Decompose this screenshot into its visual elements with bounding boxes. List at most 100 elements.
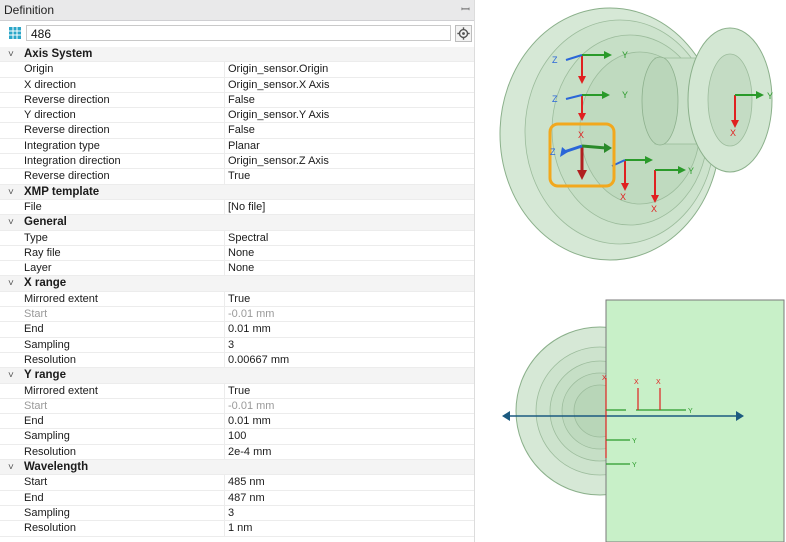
column-divider [224,291,225,307]
property-value[interactable]: None [228,261,254,276]
group-header[interactable]: ˅ Wavelength [0,460,474,476]
property-row[interactable]: Origin Origin_sensor.Origin [0,62,474,78]
column-divider [224,444,225,460]
property-value[interactable]: False [228,93,255,108]
name-input[interactable]: 486 [26,25,451,41]
property-value[interactable]: 1 nm [228,521,252,536]
property-row[interactable]: Y direction Origin_sensor.Y Axis [0,108,474,124]
column-divider [224,490,225,505]
property-value[interactable]: 485 nm [228,475,265,490]
property-label: End [24,323,44,336]
property-row[interactable]: X direction Origin_sensor.X Axis [0,77,474,93]
property-label: Start [24,399,48,412]
pin-icon[interactable]: ꟷ [461,2,470,17]
property-label: File [24,200,42,213]
property-label: Type [24,231,48,244]
x-axis-label: X [620,192,626,202]
property-label: Reverse direction [24,170,110,183]
chevron-down-icon[interactable]: ˅ [8,185,18,200]
property-value[interactable]: Origin_sensor.Origin [228,62,328,77]
y-axis-label: Y [688,166,694,176]
property-label: Start [24,476,48,489]
property-row[interactable]: End 487 nm [0,490,474,506]
y-axis-label: Y [767,91,773,101]
property-value[interactable]: None [228,246,254,261]
property-value[interactable]: [No file] [228,200,265,215]
property-value[interactable]: True [228,169,250,184]
property-value[interactable]: 0.01 mm [228,414,271,429]
property-label: End [24,491,44,504]
panel-title: Definition [4,3,55,17]
property-row: Start -0.01 mm [0,307,474,323]
property-value[interactable]: 487 nm [228,491,265,506]
property-value[interactable]: Spectral [228,231,268,246]
property-row[interactable]: Resolution 0.00667 mm [0,352,474,369]
property-value[interactable]: Origin_sensor.X Axis [228,78,330,93]
property-value[interactable]: 100 [228,429,246,444]
property-value[interactable]: 3 [228,338,234,353]
property-value: -0.01 mm [228,399,275,412]
property-row[interactable]: Layer None [0,261,474,277]
property-row[interactable]: Mirrored extent True [0,383,474,399]
property-label: Resolution [24,353,76,366]
y-axis-label: Y [622,90,628,100]
group-header[interactable]: ˅ X range [0,276,474,292]
property-value[interactable]: Planar [228,139,260,154]
group-header[interactable]: ˅ XMP template [0,184,474,200]
property-row[interactable]: Ray file None [0,245,474,262]
chevron-down-icon[interactable]: ˅ [8,276,18,291]
property-grid: ˅ Axis System Origin Origin_sensor.Origin X … [0,47,474,537]
property-value[interactable]: 0.01 mm [228,322,271,337]
group-header[interactable]: ˅ Y range [0,368,474,384]
property-value[interactable]: Origin_sensor.Z Axis [228,154,329,169]
chevron-down-icon[interactable]: ˅ [8,47,18,62]
property-value[interactable]: 2e-4 mm [228,445,271,460]
property-value[interactable]: True [228,384,250,399]
group-header[interactable]: ˅ General [0,215,474,231]
chevron-down-icon[interactable]: ˅ [8,460,18,475]
3d-viewport[interactable]: Y Z Y Z Y X X Y X X Z [490,0,780,270]
property-row[interactable]: Reverse direction False [0,92,474,109]
property-value[interactable]: False [228,123,255,138]
property-label: Integration direction [24,155,121,168]
property-label: Origin [24,63,54,76]
group-header[interactable]: ˅ Axis System [0,47,474,63]
column-divider [224,108,225,123]
name-bar: 486 [0,22,474,44]
property-label: Integration type [24,139,100,152]
property-label: Reverse direction [24,124,110,137]
property-value[interactable]: 0.00667 mm [228,353,289,368]
property-value[interactable]: Origin_sensor.Y Axis [228,108,329,123]
property-row[interactable]: Type Spectral [0,230,474,246]
group-label: Wavelength [24,461,89,474]
property-row[interactable]: Resolution 1 nm [0,521,474,537]
property-row[interactable]: Sampling 3 [0,505,474,522]
property-row[interactable]: Sampling 3 [0,337,474,353]
property-value[interactable]: True [228,292,250,307]
property-row[interactable]: Reverse direction False [0,123,474,139]
column-divider [224,429,225,444]
property-value[interactable]: 3 [228,506,234,521]
property-row[interactable]: Integration type Planar [0,138,474,155]
2d-side-viewport[interactable]: X X X Y Y Y [490,298,786,542]
x-axis-label: X [656,379,661,386]
gear-icon[interactable] [455,25,472,42]
group-label: XMP template [24,185,100,198]
property-row[interactable]: File [No file] [0,199,474,216]
property-row[interactable]: End 0.01 mm [0,322,474,338]
property-row[interactable]: Integration direction Origin_sensor.Z Axi… [0,154,474,170]
chevron-down-icon[interactable]: ˅ [8,368,18,383]
property-row: Start -0.01 mm [0,398,474,415]
y-axis-label: Y [622,50,628,60]
property-row[interactable]: Mirrored extent True [0,291,474,308]
property-row[interactable]: Reverse direction True [0,169,474,185]
property-row[interactable]: Start 485 nm [0,475,474,491]
property-row[interactable]: End 0.01 mm [0,414,474,430]
property-row[interactable]: Sampling 100 [0,429,474,445]
property-label: Start [24,308,48,321]
property-value: -0.01 mm [228,308,275,321]
chevron-down-icon[interactable]: ˅ [8,215,18,230]
property-row[interactable]: Resolution 2e-4 mm [0,444,474,461]
property-label: Mirrored extent [24,384,98,397]
y-axis-label: Y [688,408,693,415]
